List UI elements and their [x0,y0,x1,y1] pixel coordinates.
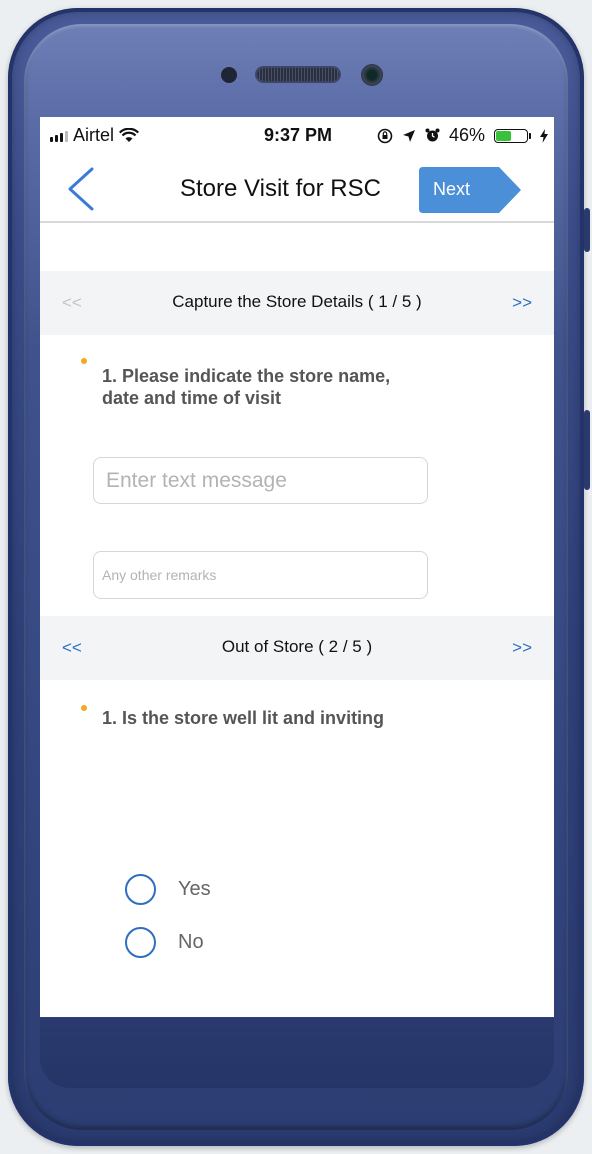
radio-label: Yes [178,878,211,900]
earpiece-speaker [257,68,339,81]
status-time: 9:37 PM [264,125,333,145]
next-button[interactable]: Next [419,167,521,213]
battery-icon [494,128,528,143]
question-text: 1. Is the store well lit and inviting [102,708,385,728]
remarks-input[interactable] [93,551,428,599]
remarks-field[interactable] [94,552,427,598]
question-text: 1. Please indicate the store name, date … [102,366,391,408]
radio-option-no[interactable]: No [125,927,204,958]
section-title: Out of Store ( 2 / 5 ) [221,637,373,656]
location-icon [402,129,415,142]
wifi-icon [119,128,139,142]
back-button[interactable] [62,167,102,211]
carrier-name: Airtel [73,125,115,145]
signal-icon [50,130,68,142]
radio-button[interactable] [125,874,156,905]
section-header-1: << Capture the Store Details ( 1 / 5 ) >… [40,271,554,335]
store-details-input[interactable] [93,457,428,504]
sensor-dot [221,67,237,83]
orientation-lock-icon [377,128,393,143]
next-button-label: Next [433,179,471,199]
radio-label: No [178,931,204,953]
section-header-2: << Out of Store ( 2 / 5 ) >> [40,616,554,680]
required-bullet [81,358,87,364]
front-camera [361,64,383,86]
battery-tip [529,132,531,139]
next-section-button[interactable]: >> [512,638,532,658]
text-message-field[interactable] [94,458,427,503]
power-button [584,410,590,490]
chevron-left-icon [68,167,94,211]
required-bullet [81,705,87,711]
alarm-icon [425,128,440,142]
radio-option-yes[interactable]: Yes [125,874,211,905]
navigation-bar: Store Visit for RSC Next [40,153,554,223]
radio-button[interactable] [125,927,156,958]
volume-button [584,208,590,252]
status-bar: Airtel 9:37 PM 46% [40,117,554,153]
app-screen: Airtel 9:37 PM 46% Store Visit for RSC N… [40,117,554,1017]
section-title: Capture the Store Details ( 1 / 5 ) [172,292,422,311]
next-section-button[interactable]: >> [512,293,532,313]
charging-icon [540,128,548,143]
battery-percent: 46% [448,125,485,145]
phone-chin [40,1018,554,1088]
page-title: Store Visit for RSC [180,175,381,202]
